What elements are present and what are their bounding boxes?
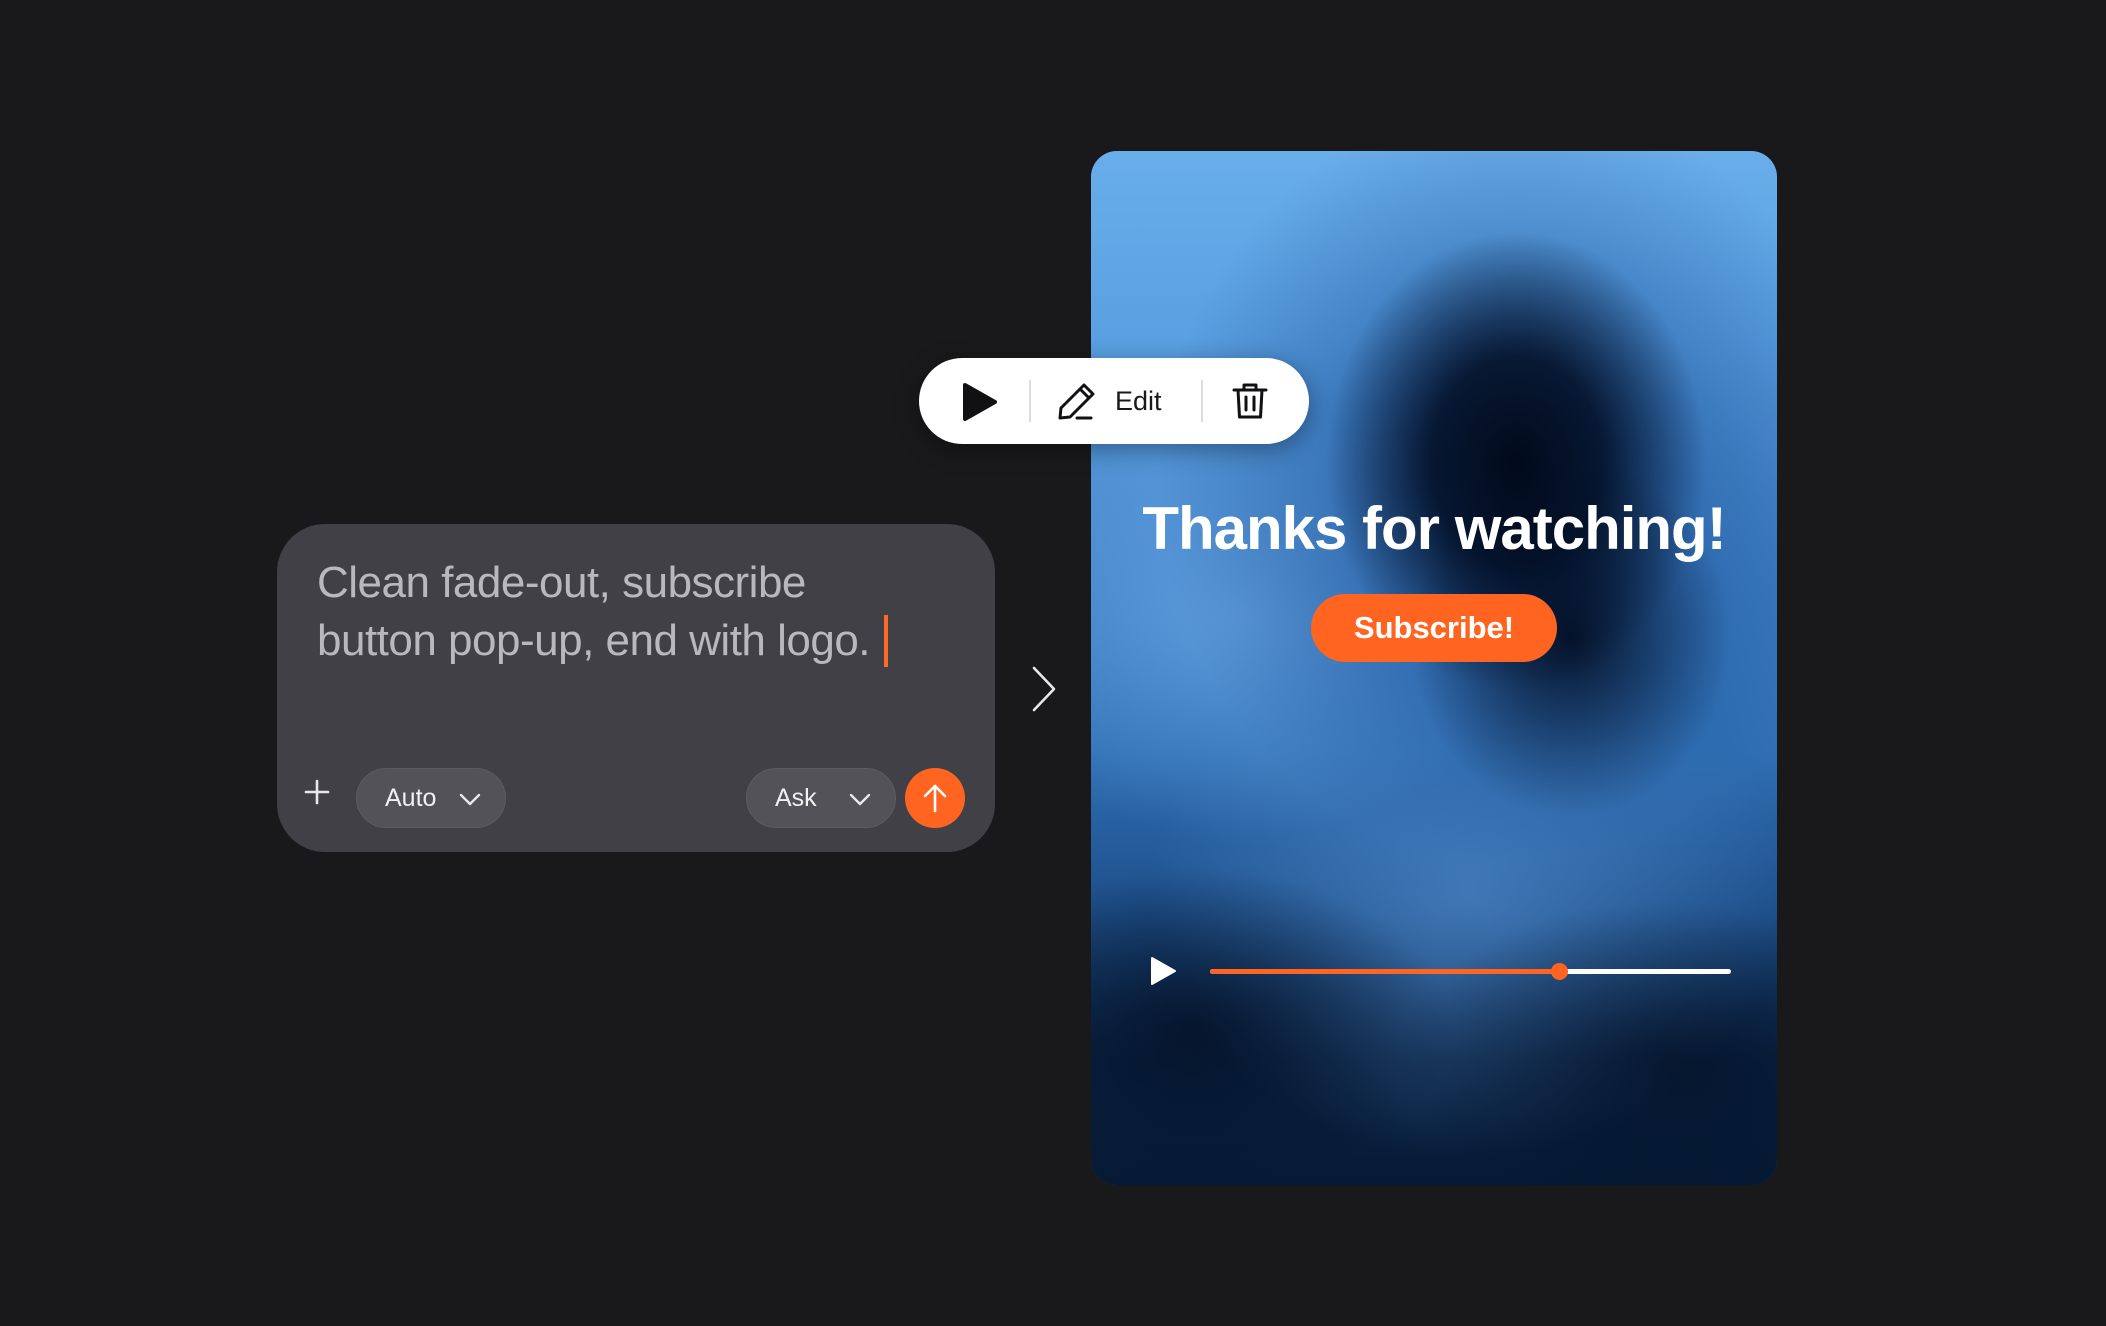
edit-button[interactable]: Edit — [1055, 378, 1162, 424]
pencil-icon — [1058, 383, 1095, 420]
send-button[interactable] — [905, 768, 965, 828]
action-dropdown-label: Ask — [775, 783, 817, 812]
clip-toolbar: Edit — [919, 358, 1309, 444]
plus-icon — [304, 779, 330, 805]
prompt-text-line-1: Clean fade-out, subscribe — [317, 558, 806, 607]
add-attachment-button[interactable] — [297, 772, 337, 812]
progress-fill — [1210, 969, 1560, 974]
video-title: Thanks for watching! — [1142, 495, 1726, 562]
video-preview: Thanks for watching! Subscribe! — [1091, 151, 1777, 1185]
chevron-down-icon — [459, 793, 481, 806]
play-icon[interactable] — [959, 382, 999, 422]
arrow-up-icon — [923, 784, 947, 813]
video-frame — [1091, 151, 1777, 1185]
prompt-input[interactable]: Clean fade-out, subscribe button pop-up,… — [317, 554, 957, 670]
play-icon[interactable] — [1149, 956, 1177, 986]
toolbar-divider — [1029, 380, 1031, 422]
trash-icon[interactable] — [1229, 380, 1271, 422]
edit-button-label: Edit — [1115, 385, 1162, 416]
mode-dropdown-label: Auto — [385, 783, 437, 812]
chevron-right-icon — [1032, 666, 1056, 712]
chevron-down-icon — [849, 793, 871, 806]
progress-scrubber-handle[interactable] — [1551, 963, 1569, 980]
toolbar-divider — [1201, 380, 1203, 422]
prompt-text-line-2: button pop-up, end with logo. — [317, 616, 871, 665]
action-dropdown[interactable]: Ask — [746, 768, 896, 828]
prompt-composer[interactable]: Clean fade-out, subscribe button pop-up,… — [277, 524, 995, 852]
subscribe-button[interactable]: Subscribe! — [1311, 594, 1557, 662]
text-caret — [884, 615, 889, 667]
video-progress-bar[interactable] — [1210, 963, 1731, 980]
mode-dropdown[interactable]: Auto — [356, 768, 506, 828]
